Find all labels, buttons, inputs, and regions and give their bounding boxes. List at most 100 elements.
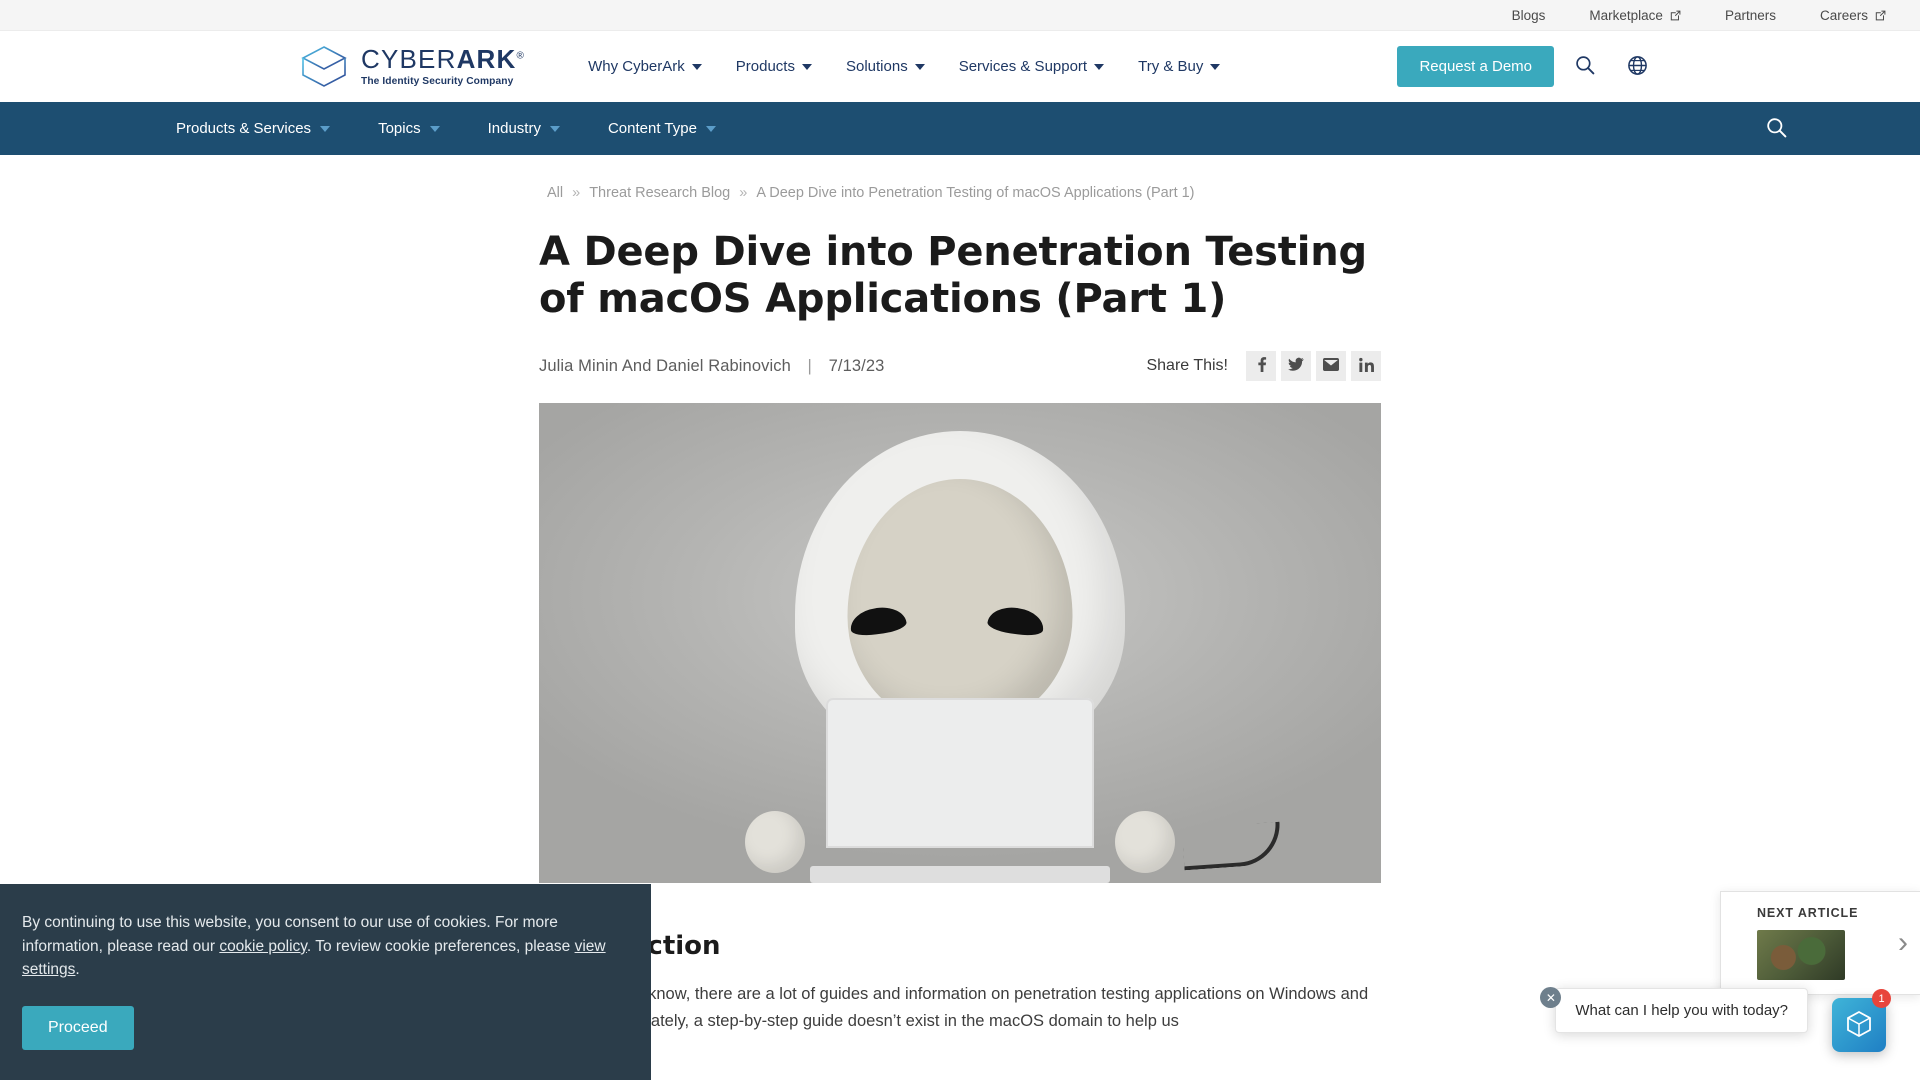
nav-item-services-support[interactable]: Services & Support <box>942 58 1121 75</box>
utility-link-blogs-label: Blogs <box>1511 7 1546 23</box>
chat-launcher-icon <box>1845 1010 1873 1041</box>
laptop <box>810 698 1110 884</box>
logo-wordmark: CYBERARK® <box>361 44 526 74</box>
nav-item-try-buy-label: Try & Buy <box>1138 58 1204 75</box>
breadcrumb-item-all[interactable]: All <box>547 185 563 201</box>
cookie-policy-link[interactable]: cookie policy <box>219 938 307 955</box>
subnav-item-content-type[interactable]: Content Type <box>608 120 716 137</box>
globe-icon <box>1627 55 1648 79</box>
breadcrumb-separator: » <box>572 185 581 201</box>
utility-link-careers[interactable]: Careers <box>1820 8 1886 23</box>
header-actions: Request a Demo <box>1397 46 1920 88</box>
cookie-consent-banner: By continuing to use this website, you c… <box>0 884 651 1080</box>
nav-item-solutions-label: Solutions <box>845 58 908 75</box>
logo-tagline: The Identity Security Company <box>361 76 514 87</box>
next-article-label: NEXT ARTICLE <box>1757 906 1859 920</box>
utility-link-marketplace-label: Marketplace <box>1589 7 1663 23</box>
next-article-content: NEXT ARTICLE <box>1757 906 1886 980</box>
breadcrumb-separator: » <box>739 185 748 201</box>
chat-close-icon[interactable]: ✕ <box>1540 987 1562 1008</box>
hero-illustration <box>539 403 1381 884</box>
article-body-paragraph: As many of us know, there are a lot of g… <box>539 985 1369 1031</box>
language-selector-button[interactable] <box>1616 46 1658 88</box>
utility-bar: Blogs Marketplace Partners Careers <box>0 0 1920 31</box>
chevron-down-icon <box>1210 63 1221 70</box>
article-date: 7/13/23 <box>828 356 885 375</box>
twitter-icon <box>1288 357 1304 375</box>
subnav-item-industry-label: Industry <box>487 120 541 137</box>
search-icon <box>1766 117 1787 141</box>
cyberark-cube-logo-icon <box>298 44 350 90</box>
chat-unread-badge: 1 <box>1872 989 1891 1008</box>
nav-item-why-cyberark[interactable]: Why CyberArk <box>571 58 719 75</box>
external-link-icon <box>1670 10 1681 21</box>
nav-item-products[interactable]: Products <box>719 58 829 75</box>
primary-nav: Why CyberArk Products Solutions Services… <box>571 58 1237 75</box>
next-article-panel[interactable]: NEXT ARTICLE › <box>1720 891 1920 995</box>
external-link-icon <box>1875 10 1886 21</box>
subnav-search-button[interactable] <box>1760 113 1792 145</box>
subnav-item-topics[interactable]: Topics <box>378 120 440 137</box>
twitter-share-button[interactable] <box>1281 351 1311 382</box>
chevron-down-icon <box>1094 63 1105 70</box>
cookie-text-part-3: . <box>75 961 80 979</box>
breadcrumb-item-threat-research-blog[interactable]: Threat Research Blog <box>589 185 730 201</box>
mascot-hand-right <box>1115 811 1175 874</box>
article-byline: Julia Minin And Daniel Rabinovich | 7/13… <box>539 357 884 376</box>
nav-item-services-support-label: Services & Support <box>958 58 1088 75</box>
mascot-hand-left <box>745 811 805 874</box>
subnav-item-products-services[interactable]: Products & Services <box>176 120 331 137</box>
chevron-down-icon <box>801 63 812 70</box>
subnav-item-content-type-label: Content Type <box>607 120 697 137</box>
utility-link-marketplace[interactable]: Marketplace <box>1589 8 1681 23</box>
breadcrumb-current-page: A Deep Dive into Penetration Testing of … <box>756 185 1195 201</box>
chevron-down-icon <box>691 63 702 70</box>
article-hero-image <box>539 403 1381 884</box>
breadcrumb: All » Threat Research Blog » A Deep Dive… <box>539 185 1381 201</box>
email-share-button[interactable] <box>1316 351 1346 382</box>
utility-link-partners-label: Partners <box>1724 7 1776 23</box>
chat-message-bubble[interactable]: ✕ What can I help you with today? <box>1540 987 1808 1033</box>
nav-item-try-buy[interactable]: Try & Buy <box>1121 58 1237 75</box>
laptop-screen <box>826 698 1094 849</box>
next-article-thumbnail <box>1757 930 1845 980</box>
secondary-nav: Products & Services Topics Industry Cont… <box>0 102 1920 155</box>
linkedin-share-button[interactable] <box>1351 351 1381 382</box>
utility-link-partners[interactable]: Partners <box>1725 8 1776 23</box>
facebook-icon <box>1254 357 1269 375</box>
byline-divider: | <box>807 356 812 375</box>
linkedin-icon <box>1358 357 1374 375</box>
nav-item-solutions[interactable]: Solutions <box>829 58 942 75</box>
laptop-base <box>810 866 1110 884</box>
article-meta-row: Julia Minin And Daniel Rabinovich | 7/13… <box>539 351 1381 382</box>
subnav-item-topics-label: Topics <box>378 120 421 137</box>
subnav-item-industry[interactable]: Industry <box>488 120 560 137</box>
next-article-arrow-icon[interactable]: › <box>1886 928 1920 958</box>
subnav-item-products-services-label: Products & Services <box>176 120 312 137</box>
page-title: A Deep Dive into Penetration Testing of … <box>539 229 1367 323</box>
search-icon <box>1575 55 1595 78</box>
request-a-demo-button[interactable]: Request a Demo <box>1397 46 1554 87</box>
nav-item-products-label: Products <box>735 58 795 75</box>
utility-link-careers-label: Careers <box>1819 7 1868 23</box>
envelope-icon <box>1323 358 1339 374</box>
cookie-text-part-2: . To review cookie preferences, please <box>306 937 575 955</box>
share-label: Share This! <box>1146 357 1228 375</box>
article-authors: Julia Minin And Daniel Rabinovich <box>539 356 791 375</box>
chevron-down-icon <box>320 125 331 132</box>
utility-link-blogs[interactable]: Blogs <box>1512 8 1546 23</box>
proceed-button[interactable]: Proceed <box>22 1006 134 1050</box>
header-search-button[interactable] <box>1564 46 1606 88</box>
share-group: Share This! <box>1146 351 1381 382</box>
chevron-down-icon <box>429 125 440 132</box>
section-heading-introduction: Introduction <box>539 931 1381 961</box>
cyberark-logo[interactable]: CYBERARK® The Identity Security Company <box>298 44 525 90</box>
cookie-banner-text: By continuing to use this website, you c… <box>22 911 611 982</box>
chevron-down-icon <box>914 63 925 70</box>
main-header: CYBERARK® The Identity Security Company … <box>0 31 1920 102</box>
chevron-down-icon <box>705 125 716 132</box>
facebook-share-button[interactable] <box>1246 351 1276 382</box>
laptop-cable <box>1181 822 1283 871</box>
chevron-down-icon <box>549 125 560 132</box>
nav-item-why-cyberark-label: Why CyberArk <box>588 58 685 75</box>
